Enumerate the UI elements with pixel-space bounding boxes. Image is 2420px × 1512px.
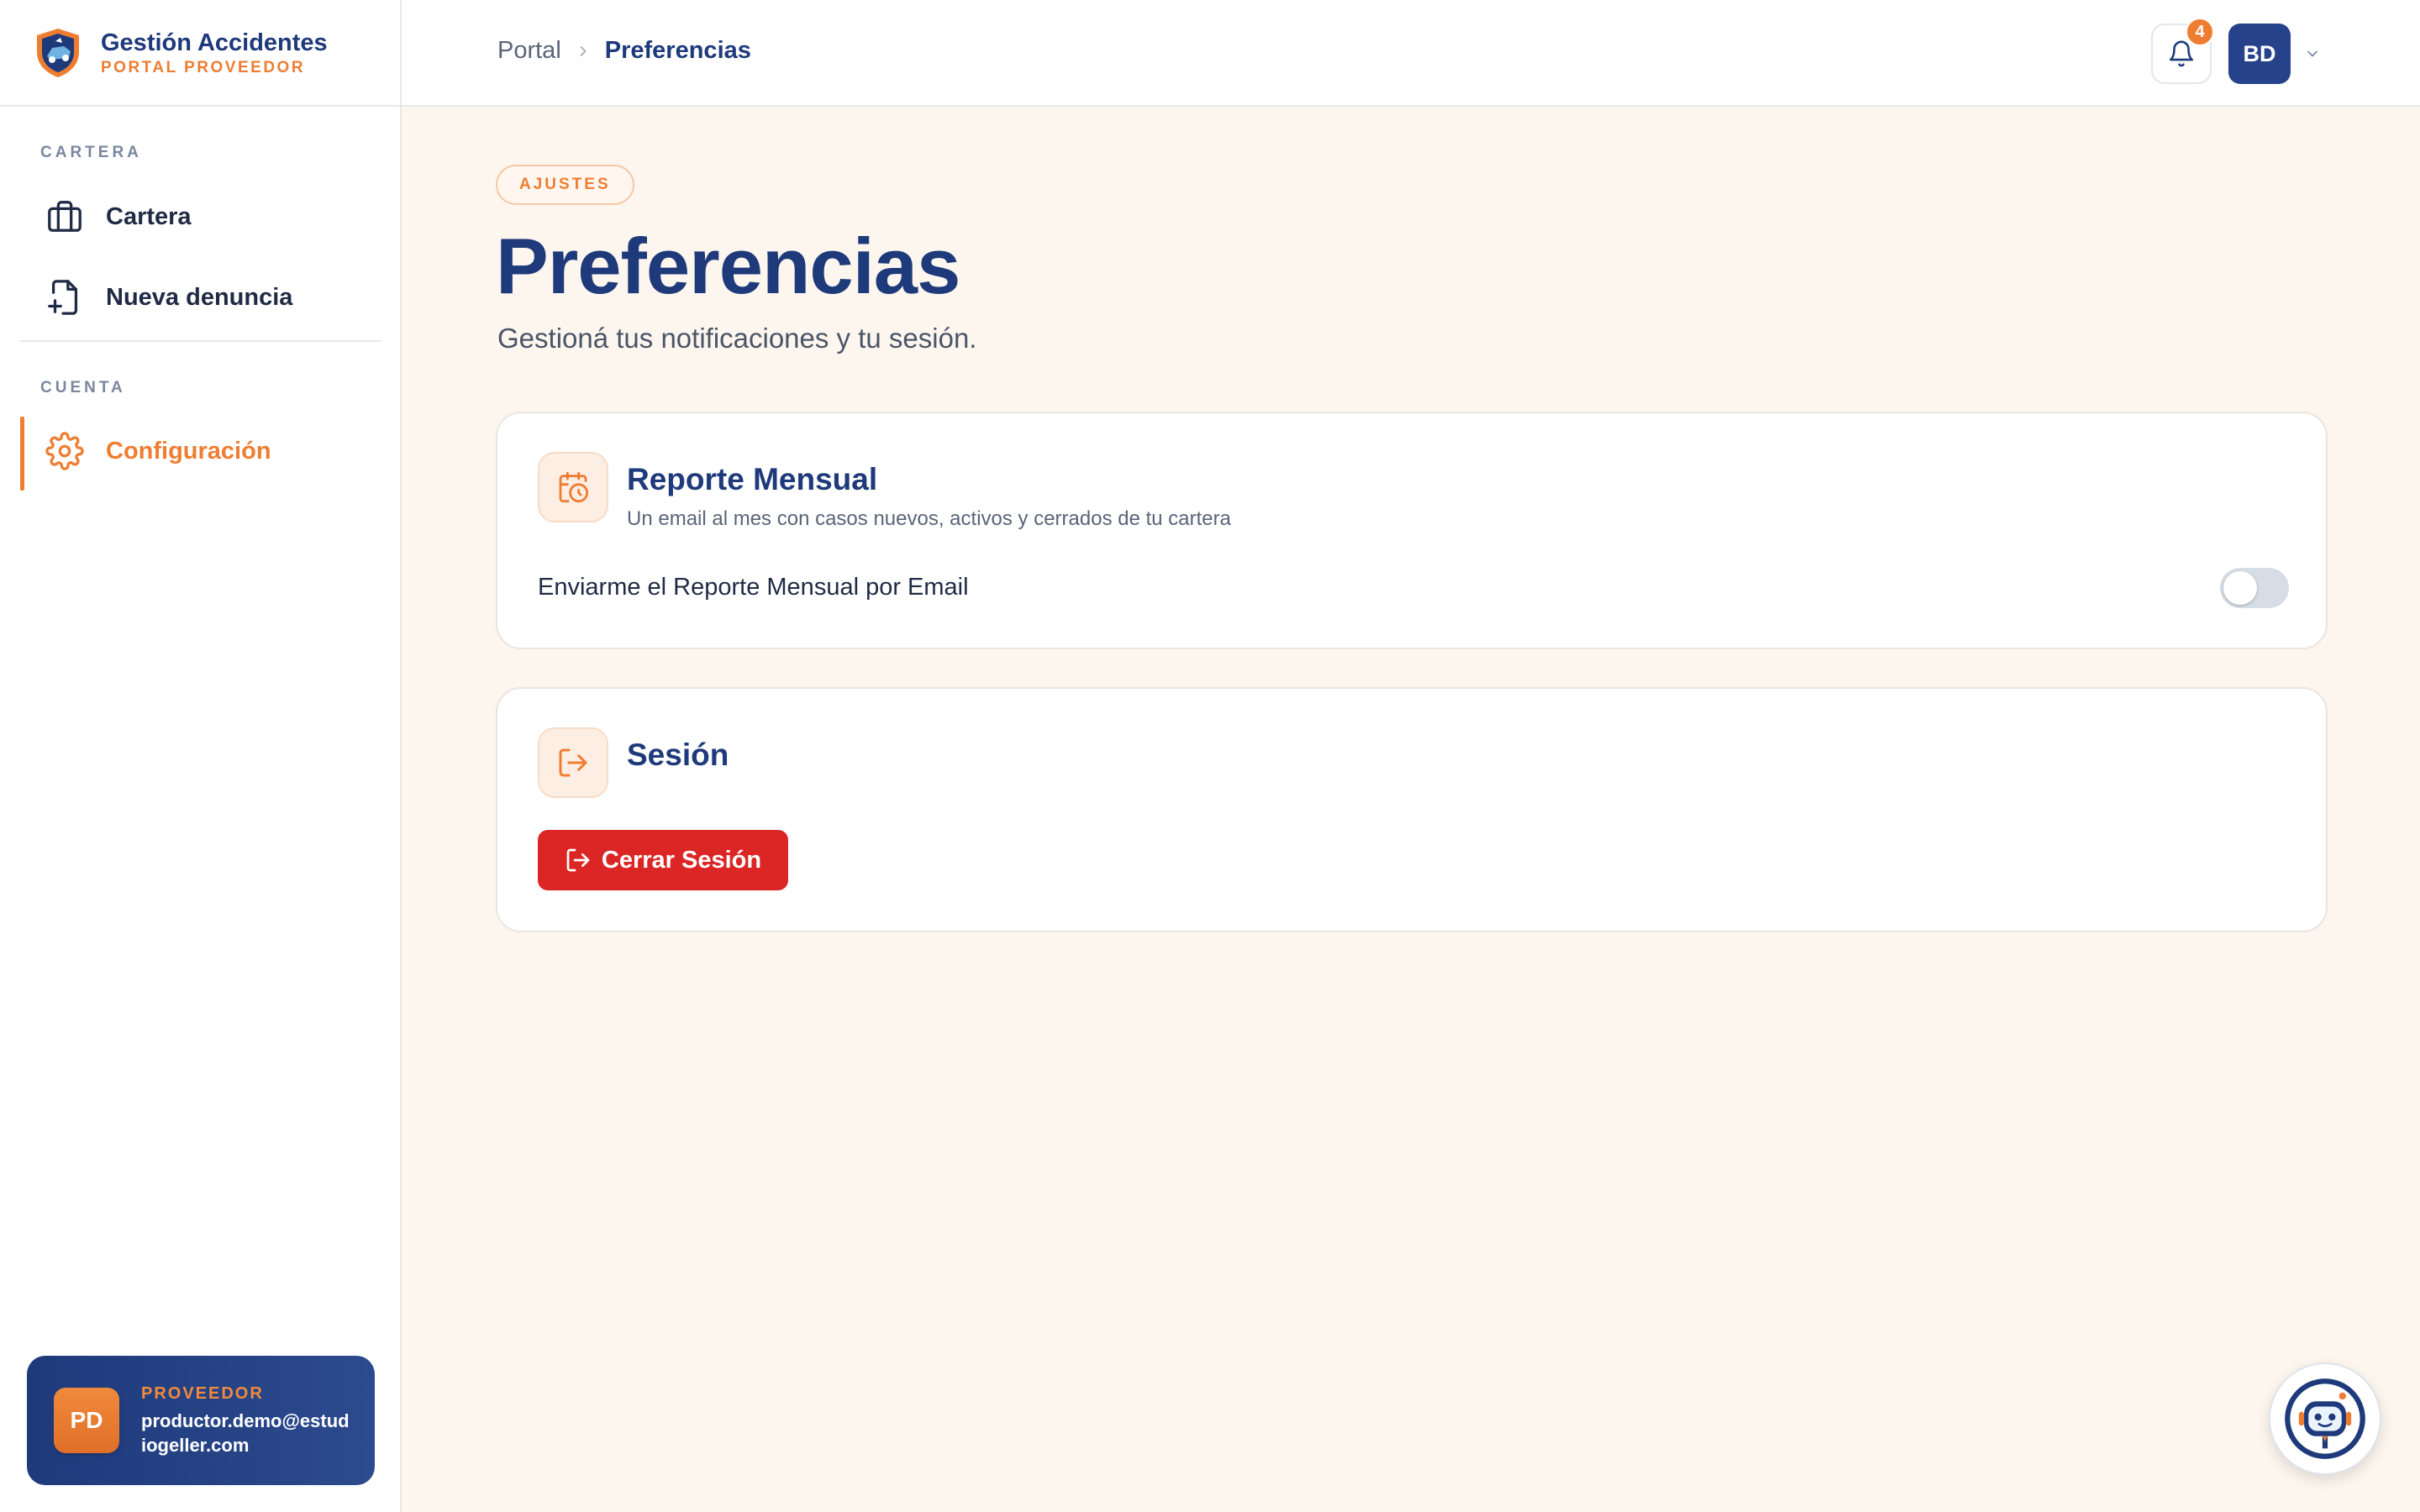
- section-tag: AJUSTES: [496, 165, 634, 205]
- brand-title: Gestión Accidentes: [101, 29, 328, 56]
- report-toggle-label: Enviarme el Reporte Mensual por Email: [538, 574, 969, 601]
- sidebar-item-label: Nueva denuncia: [106, 283, 293, 311]
- user-email: productor.demo@estudiogeller.com: [141, 1410, 350, 1456]
- topbar: Portal Preferencias 4 BD: [402, 0, 2420, 107]
- notification-count-badge: 4: [2185, 17, 2215, 47]
- user-role: PROVEEDOR: [141, 1383, 264, 1403]
- chevron-right-icon: [575, 43, 592, 60]
- report-card-description: Un email al mes con casos nuevos, activo…: [627, 507, 1231, 530]
- report-card: Reporte Mensual Un email al mes con caso…: [496, 412, 2328, 649]
- session-card: Sesión Cerrar Sesión: [496, 687, 2328, 932]
- user-menu-avatar[interactable]: BD: [2228, 24, 2291, 84]
- logout-button[interactable]: Cerrar Sesión: [538, 830, 788, 890]
- assistant-bot-button[interactable]: [2269, 1362, 2381, 1475]
- section-label-cuenta: CUENTA: [40, 379, 126, 396]
- breadcrumb-current: Preferencias: [604, 37, 751, 64]
- page-title: Preferencias: [496, 222, 960, 310]
- user-avatar: PD: [54, 1388, 119, 1453]
- user-card[interactable]: PD PROVEEDOR productor.demo@estudiogelle…: [27, 1356, 375, 1485]
- gear-icon: [45, 432, 84, 470]
- breadcrumb-portal-link[interactable]: Portal: [497, 37, 561, 65]
- logout-icon: [566, 848, 590, 872]
- report-email-toggle[interactable]: [2220, 568, 2289, 608]
- report-card-title: Reporte Mensual: [627, 462, 878, 496]
- section-label-cartera: CARTERA: [40, 144, 142, 161]
- sidebar-item-cartera[interactable]: Cartera: [20, 182, 381, 251]
- brand-subtitle: PORTAL PROVEEDOR: [101, 58, 306, 76]
- toggle-knob: [2223, 571, 2257, 605]
- sidebar-item-nueva-denuncia[interactable]: Nueva denuncia: [20, 263, 381, 332]
- shield-logo-icon: [37, 28, 79, 77]
- logout-button-label: Cerrar Sesión: [601, 846, 762, 874]
- sidebar-item-label: Configuración: [106, 437, 271, 465]
- chevron-down-icon[interactable]: [2304, 45, 2321, 62]
- brand-header[interactable]: Gestión Accidentes PORTAL PROVEEDOR: [0, 0, 400, 107]
- sidebar-divider: [20, 340, 381, 342]
- briefcase-icon: [45, 197, 84, 236]
- logout-icon: [538, 727, 608, 798]
- page-subtitle: Gestioná tus notificaciones y tu sesión.: [497, 323, 977, 354]
- calendar-clock-icon: [538, 452, 608, 522]
- session-card-title: Sesión: [627, 738, 729, 772]
- file-plus-icon: [45, 278, 84, 317]
- sidebar-item-label: Cartera: [106, 202, 192, 230]
- robot-icon: [2285, 1378, 2365, 1459]
- breadcrumb: Portal Preferencias: [497, 37, 751, 65]
- sidebar-item-configuracion[interactable]: Configuración: [20, 417, 381, 491]
- sidebar: Gestión Accidentes PORTAL PROVEEDOR CART…: [0, 0, 402, 1512]
